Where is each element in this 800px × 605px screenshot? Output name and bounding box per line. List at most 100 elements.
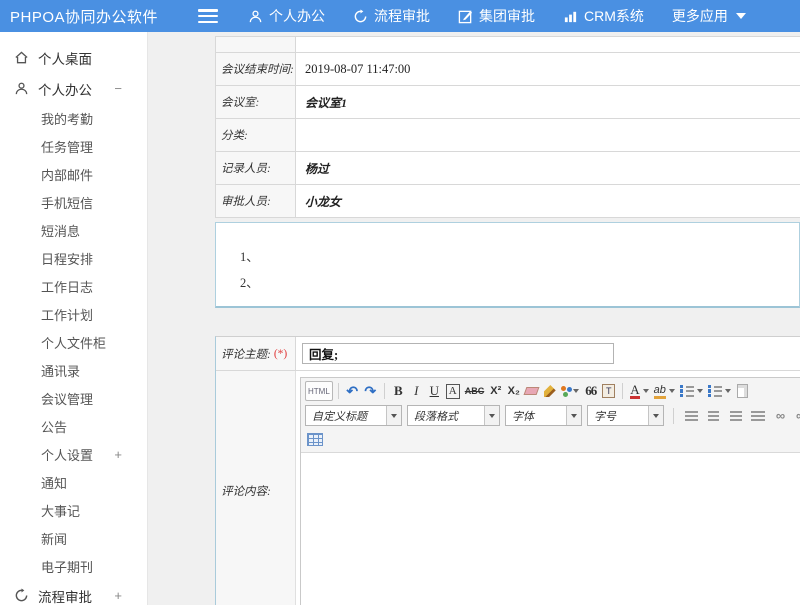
- table-row: 审批人员: 小龙女: [216, 185, 800, 218]
- align-center-button[interactable]: [705, 406, 722, 426]
- font-style-button[interactable]: A: [446, 384, 460, 399]
- expand-icon[interactable]: +: [114, 447, 122, 462]
- expand-icon[interactable]: +: [114, 588, 122, 603]
- collapse-icon[interactable]: −: [114, 81, 122, 96]
- align-right-button[interactable]: [727, 406, 744, 426]
- subscript-button[interactable]: X₂: [505, 381, 522, 401]
- meeting-detail-table: 会议结束时间: 2019-08-07 11:47:00 会议室: 会议室1 分类…: [215, 36, 800, 218]
- sidebar-item-schedule[interactable]: 日程安排: [0, 244, 147, 272]
- comment-section: 评论主题: (*) 评论内容: HTML ↶ ↷: [215, 336, 800, 605]
- sidebar-item-e-journal[interactable]: 电子期刊: [0, 552, 147, 580]
- bold-button[interactable]: B: [390, 381, 407, 401]
- required-mark: (*): [274, 348, 287, 360]
- link-button[interactable]: ∞: [772, 406, 789, 426]
- comment-subject-row: 评论主题: (*): [216, 337, 800, 371]
- sidebar-item-work-plan[interactable]: 工作计划: [0, 300, 147, 328]
- sidebar-item-internal-mail[interactable]: 内部邮件: [0, 160, 147, 188]
- format-brush-button[interactable]: [541, 381, 558, 401]
- field-label: 会议结束时间:: [216, 53, 296, 85]
- eraser-button[interactable]: [523, 381, 540, 401]
- new-page-button[interactable]: [734, 381, 751, 401]
- sidebar-item-personal-settings[interactable]: 个人设置 +: [0, 440, 147, 468]
- person-icon: [248, 9, 263, 24]
- sidebar-item-sms[interactable]: 手机短信: [0, 188, 147, 216]
- meeting-room-value: 会议室1: [296, 86, 800, 118]
- rich-text-editor: HTML ↶ ↷ B I U A ABC X² X₂: [300, 377, 800, 605]
- field-label: 分类:: [216, 119, 296, 151]
- sidebar-item-notice[interactable]: 通知: [0, 468, 147, 496]
- comment-content-label: 评论内容:: [216, 371, 296, 605]
- process-icon: [353, 9, 368, 24]
- sidebar-item-personal-desktop[interactable]: 个人桌面: [0, 42, 147, 73]
- ordered-list-button[interactable]: [678, 381, 705, 401]
- font-color-button[interactable]: A: [628, 381, 650, 401]
- comment-content-row: 评论内容: HTML ↶ ↷ B I U A: [216, 371, 800, 605]
- sidebar-item-meeting-management[interactable]: 会议管理: [0, 384, 147, 412]
- nav-personal-office[interactable]: 个人办公: [248, 6, 325, 26]
- sidebar-item-personal-office[interactable]: 个人办公 −: [0, 73, 147, 104]
- font-size-select[interactable]: 字号: [587, 405, 664, 426]
- sidebar-item-short-message[interactable]: 短消息: [0, 216, 147, 244]
- ordered-list-icon: [680, 386, 694, 397]
- nav-crm[interactable]: CRM系统: [563, 6, 644, 26]
- content-area: 会议结束时间: 2019-08-07 11:47:00 会议室: 会议室1 分类…: [148, 32, 800, 605]
- nav-workflow-approval[interactable]: 流程审批: [353, 6, 430, 26]
- topbar: PHPOA协同办公软件 个人办公 流程审批 集团审批 CRM系统 更多应用: [0, 0, 800, 32]
- font-family-select[interactable]: 字体: [505, 405, 582, 426]
- nav-group-approval[interactable]: 集团审批: [458, 6, 535, 26]
- undo-button[interactable]: ↶: [344, 381, 361, 401]
- align-left-button[interactable]: [683, 406, 700, 426]
- approver-value: 小龙女: [296, 185, 800, 217]
- home-icon: [13, 50, 29, 66]
- superscript-button[interactable]: X²: [487, 381, 504, 401]
- table-row: [216, 37, 800, 53]
- sidebar-item-major-events[interactable]: 大事记: [0, 496, 147, 524]
- editor-content-area[interactable]: [301, 453, 800, 605]
- menu-icon[interactable]: [198, 9, 218, 23]
- strikethrough-button[interactable]: ABC: [463, 381, 487, 401]
- content-line: 1、: [240, 246, 799, 265]
- underline-button[interactable]: U: [426, 381, 443, 401]
- justify-icon: [751, 411, 765, 413]
- unordered-list-button[interactable]: [706, 381, 733, 401]
- highlight-color-button[interactable]: ab: [652, 381, 677, 401]
- insert-table-button[interactable]: [305, 429, 325, 449]
- align-center-icon: [708, 411, 719, 413]
- redo-button[interactable]: ↷: [362, 381, 379, 401]
- paste-from-word-button[interactable]: T: [600, 381, 617, 401]
- sidebar-item-announcement[interactable]: 公告: [0, 412, 147, 440]
- sidebar-item-news[interactable]: 新闻: [0, 524, 147, 552]
- blockquote-button[interactable]: 66: [582, 381, 599, 401]
- page-icon: [737, 384, 748, 398]
- sidebar-item-workflow-approval[interactable]: 流程审批 +: [0, 580, 147, 605]
- heading-select[interactable]: 自定义标题: [305, 405, 402, 426]
- sidebar-item-task-management[interactable]: 任务管理: [0, 132, 147, 160]
- html-source-button[interactable]: HTML: [305, 381, 333, 401]
- content-line: 2、: [240, 272, 799, 291]
- sidebar-item-work-log[interactable]: 工作日志: [0, 272, 147, 300]
- unlink-button[interactable]: ∞?: [794, 406, 800, 426]
- paste-icon: T: [602, 384, 615, 398]
- sidebar-item-contacts[interactable]: 通讯录: [0, 356, 147, 384]
- nav-more-apps[interactable]: 更多应用: [672, 6, 746, 26]
- sidebar-item-personal-cabinet[interactable]: 个人文件柜: [0, 328, 147, 356]
- paragraph-format-select[interactable]: 段落格式: [407, 405, 500, 426]
- caret-down-icon: [484, 406, 499, 425]
- justify-button[interactable]: [749, 406, 767, 426]
- recorder-value: 杨过: [296, 152, 800, 184]
- caret-down-icon: [697, 389, 703, 393]
- comment-subject-input[interactable]: [302, 343, 614, 364]
- caret-down-icon: [386, 406, 401, 425]
- unordered-list-icon: [708, 386, 722, 397]
- table-row: 会议室: 会议室1: [216, 86, 800, 119]
- caret-down-icon: [643, 389, 649, 393]
- app-logo: PHPOA协同办公软件: [0, 6, 188, 27]
- sidebar: 个人桌面 个人办公 − 我的考勤 任务管理 内部邮件 手机短信 短消息 日程安排…: [0, 32, 148, 605]
- eraser-icon: [524, 387, 540, 395]
- palette-icon: [561, 386, 566, 391]
- italic-button[interactable]: I: [408, 381, 425, 401]
- sidebar-item-my-attendance[interactable]: 我的考勤: [0, 104, 147, 132]
- color-picker-button[interactable]: [559, 381, 581, 401]
- bar-chart-icon: [563, 9, 578, 24]
- caret-down-icon: [573, 389, 579, 393]
